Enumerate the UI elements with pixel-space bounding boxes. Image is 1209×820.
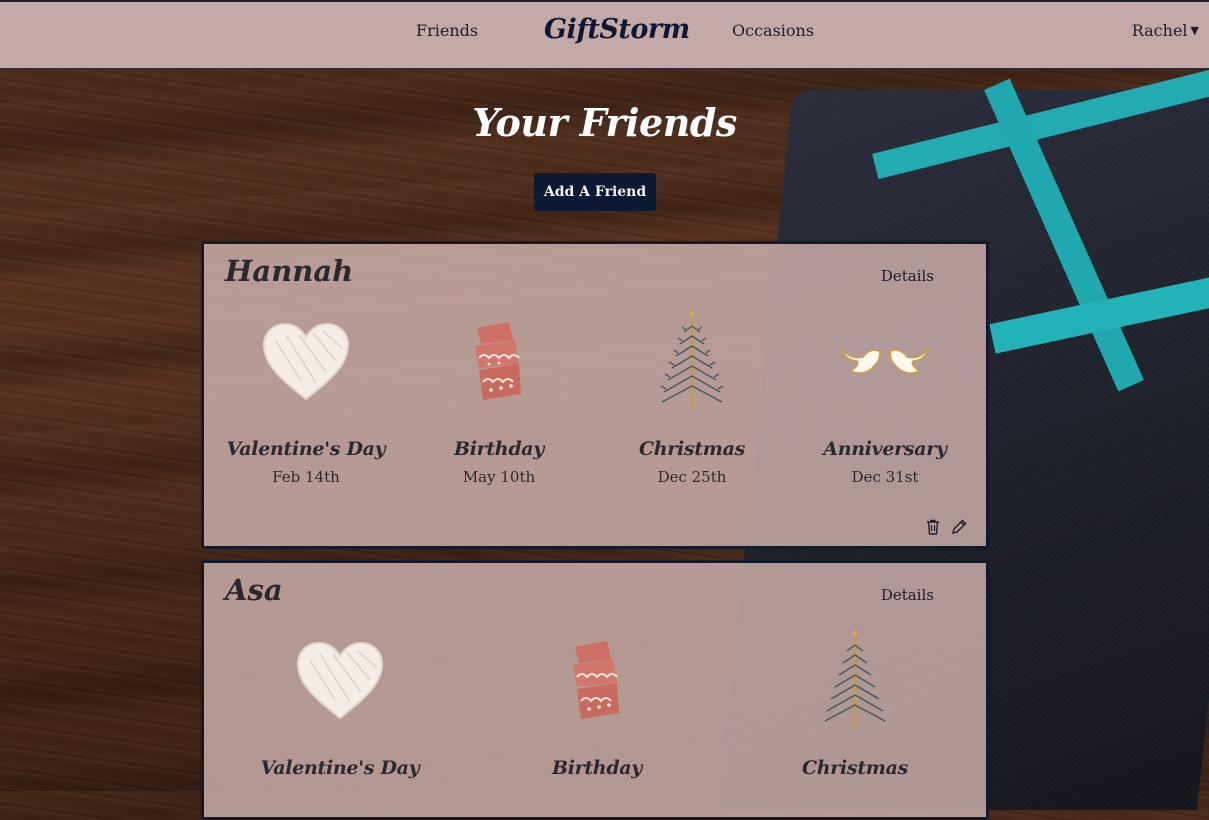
heart-icon <box>216 302 396 422</box>
page-title: Your Friends <box>472 100 737 145</box>
user-menu[interactable]: Rachel ▼ <box>1132 21 1199 40</box>
friend-card: Asa Details Valentine's Day Birthday Chr… <box>201 560 989 820</box>
occasion-name: Valentine's Day <box>226 438 386 460</box>
occasion-item[interactable]: Christmas <box>765 621 945 779</box>
heart-icon <box>250 621 430 741</box>
card-actions <box>924 518 968 536</box>
friend-card: Hannah Details Valentine's Day Feb 14th … <box>201 241 989 549</box>
friend-name: Hannah <box>225 254 354 288</box>
doves-icon <box>795 302 975 422</box>
tree-icon <box>765 621 945 741</box>
friend-name: Asa <box>225 573 283 607</box>
occasion-name: Valentine's Day <box>260 757 420 779</box>
cake-icon <box>507 621 687 741</box>
tree-icon <box>602 302 782 422</box>
occasion-item[interactable]: Birthday <box>507 621 687 779</box>
occasion-name: Christmas <box>801 757 909 779</box>
cake-icon <box>409 302 589 422</box>
occasion-item[interactable]: Birthday May 10th <box>409 302 589 486</box>
occasion-name: Birthday <box>453 438 545 460</box>
brand-logo[interactable]: GiftStorm <box>544 14 690 45</box>
add-friend-button[interactable]: Add A Friend <box>534 173 656 211</box>
caret-down-icon: ▼ <box>1190 24 1199 37</box>
occasion-date: Feb 14th <box>272 468 340 486</box>
navbar: Friends GiftStorm Occasions Rachel ▼ <box>0 0 1209 69</box>
occasion-item[interactable]: Anniversary Dec 31st <box>795 302 975 486</box>
occasion-date: Dec 31st <box>851 468 919 486</box>
occasion-name: Christmas <box>638 438 746 460</box>
occasion-date: Dec 25th <box>657 468 727 486</box>
pencil-icon[interactable] <box>950 518 968 536</box>
user-name: Rachel <box>1131 21 1188 40</box>
nav-link-friends[interactable]: Friends <box>416 21 478 40</box>
nav-link-occasions[interactable]: Occasions <box>732 21 814 40</box>
occasion-name: Anniversary <box>823 438 947 460</box>
trash-icon[interactable] <box>924 518 942 536</box>
details-link[interactable]: Details <box>881 267 934 285</box>
details-link[interactable]: Details <box>881 586 934 604</box>
occasion-item[interactable]: Valentine's Day Feb 14th <box>216 302 396 486</box>
occasion-item[interactable]: Christmas Dec 25th <box>602 302 782 486</box>
occasion-item[interactable]: Valentine's Day <box>250 621 430 779</box>
occasion-name: Birthday <box>551 757 643 779</box>
occasion-date: May 10th <box>462 468 536 486</box>
